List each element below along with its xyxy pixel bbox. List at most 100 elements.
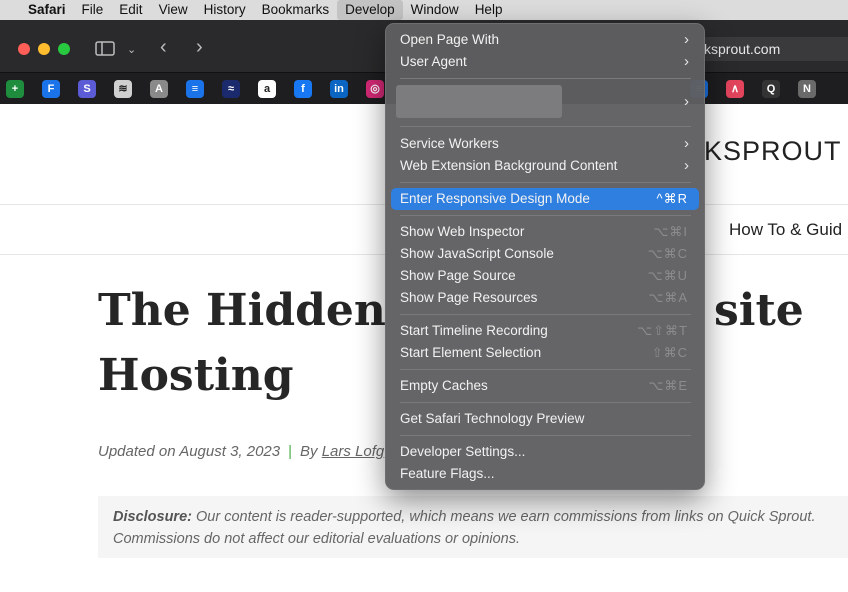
menu-item-label: Web Extension Background Content — [400, 158, 618, 173]
menu-item-label: Show JavaScript Console — [400, 246, 554, 261]
menu-item-label: Start Timeline Recording — [400, 323, 548, 338]
menu-separator — [400, 314, 691, 315]
linkedin-icon[interactable]: in — [330, 80, 348, 98]
article-title-line2: Hosting — [98, 350, 294, 401]
article-title-line1-end: site — [714, 285, 804, 336]
shortcut-label: ⌥⌘C — [647, 246, 688, 261]
menu-item-label: Feature Flags... — [400, 466, 495, 481]
menu-item-javascript-console[interactable]: Show JavaScript Console ⌥⌘C — [391, 243, 699, 265]
menu-item-service-workers[interactable]: Service Workers › — [391, 133, 699, 155]
shortcut-label: ⇧⌘C — [651, 345, 688, 360]
a-letter-icon[interactable]: A — [150, 80, 168, 98]
menu-view[interactable]: View — [151, 0, 196, 20]
submenu-arrow-icon: › — [684, 157, 689, 174]
menu-help[interactable]: Help — [467, 0, 511, 20]
byline-separator: | — [288, 443, 293, 460]
facebook-icon[interactable]: f — [294, 80, 312, 98]
menu-item-redacted-submenu[interactable]: › — [391, 91, 699, 113]
docs-icon[interactable]: ≡ — [186, 80, 204, 98]
menu-item-element-selection[interactable]: Start Element Selection ⇧⌘C — [391, 342, 699, 364]
forward-button-icon[interactable]: › — [196, 37, 203, 57]
menu-item-web-inspector[interactable]: Show Web Inspector ⌥⌘I — [391, 221, 699, 243]
zoom-window-button[interactable] — [58, 43, 70, 55]
menu-file[interactable]: File — [74, 0, 112, 20]
menu-item-label: Enter Responsive Design Mode — [400, 191, 590, 206]
menu-separator — [400, 126, 691, 127]
stack-icon[interactable]: ≋ — [114, 80, 132, 98]
menu-item-user-agent[interactable]: User Agent › — [391, 51, 699, 73]
close-window-button[interactable] — [18, 43, 30, 55]
shortcut-label: ⌥⇧⌘T — [637, 323, 688, 338]
develop-menu: Open Page With › User Agent › › Service … — [385, 23, 705, 490]
menu-item-label: Start Element Selection — [400, 345, 542, 360]
menu-window[interactable]: Window — [403, 0, 467, 20]
shortcut-label: ⌥⌘I — [653, 224, 688, 239]
menu-item-label: Show Page Source — [400, 268, 516, 283]
submenu-arrow-icon: › — [684, 31, 689, 48]
menu-item-label: User Agent — [400, 54, 467, 69]
menu-item-feature-flags[interactable]: Feature Flags... — [391, 463, 699, 485]
menu-item-label: Developer Settings... — [400, 444, 526, 459]
menu-item-developer-settings[interactable]: Developer Settings... — [391, 441, 699, 463]
menu-item-label: Empty Caches — [400, 378, 488, 393]
article-byline: Updated on August 3, 2023 | By Lars Lofg — [98, 443, 384, 460]
sidebar-toggle-icon[interactable] — [95, 41, 115, 60]
submenu-arrow-icon: › — [684, 93, 689, 110]
menu-safari[interactable]: Safari — [24, 0, 74, 20]
disclosure-label: Disclosure: — [113, 509, 192, 525]
menu-history[interactable]: History — [196, 0, 254, 20]
apple-menu-icon[interactable] — [0, 0, 24, 20]
sidebar-chevron-down-icon[interactable]: ⌄ — [127, 42, 136, 58]
shortcut-label: ⌥⌘U — [647, 268, 688, 283]
menu-item-empty-caches[interactable]: Empty Caches ⌥⌘E — [391, 375, 699, 397]
menu-separator — [400, 78, 691, 79]
menu-item-label: Open Page With — [400, 32, 500, 47]
back-button-icon[interactable]: ‹ — [160, 37, 167, 57]
nav-link-how-to-guides[interactable]: How To & Guid — [729, 220, 842, 240]
submenu-arrow-icon: › — [684, 53, 689, 70]
menu-item-responsive-design-mode[interactable]: Enter Responsive Design Mode ^⌘R — [391, 188, 699, 210]
menu-separator — [400, 435, 691, 436]
amazon-icon[interactable]: a — [258, 80, 276, 98]
menu-item-safari-technology-preview[interactable]: Get Safari Technology Preview — [391, 408, 699, 430]
menu-separator — [400, 402, 691, 403]
updated-date: August 3, 2023 — [179, 443, 281, 460]
menu-separator — [400, 369, 691, 370]
menu-edit[interactable]: Edit — [111, 0, 150, 20]
menu-develop[interactable]: Develop — [337, 0, 403, 20]
disclosure-box: Disclosure: Our content is reader-suppor… — [98, 496, 848, 558]
site-logo[interactable]: KSPROUT — [704, 136, 842, 167]
menu-item-label: Get Safari Technology Preview — [400, 411, 585, 426]
menu-item-web-extension-background[interactable]: Web Extension Background Content › — [391, 155, 699, 177]
shortcut-label: ⌥⌘E — [648, 378, 688, 393]
minimize-window-button[interactable] — [38, 43, 50, 55]
menu-item-label: Service Workers — [400, 136, 499, 151]
by-label: By — [300, 443, 318, 460]
forms-icon[interactable]: F — [42, 80, 60, 98]
menu-separator — [400, 182, 691, 183]
shortcut-label: ⌥⌘A — [648, 290, 688, 305]
menu-item-label: Show Web Inspector — [400, 224, 525, 239]
menu-item-open-page-with[interactable]: Open Page With › — [391, 29, 699, 51]
macos-menubar: Safari File Edit View History Bookmarks … — [0, 0, 848, 20]
article-title-line1: The Hidden — [98, 285, 386, 336]
s-app-icon[interactable]: S — [78, 80, 96, 98]
menu-separator — [400, 215, 691, 216]
waves-icon[interactable]: ≈ — [222, 80, 240, 98]
menu-item-label: Show Page Resources — [400, 290, 538, 305]
menu-item-page-source[interactable]: Show Page Source ⌥⌘U — [391, 265, 699, 287]
shortcut-label: ^⌘R — [656, 191, 688, 206]
monday-icon[interactable]: ∧ — [726, 80, 744, 98]
menu-item-timeline-recording[interactable]: Start Timeline Recording ⌥⇧⌘T — [391, 320, 699, 342]
notion-icon[interactable]: N — [798, 80, 816, 98]
author-link[interactable]: Lars Lofg — [322, 443, 385, 460]
sheets-icon[interactable]: + — [6, 80, 24, 98]
address-bar[interactable]: ksprout.com — [700, 37, 848, 61]
quora-icon[interactable]: Q — [762, 80, 780, 98]
disclosure-text: Our content is reader-supported, which m… — [113, 509, 816, 547]
instagram-icon[interactable]: ◎ — [366, 80, 384, 98]
menu-bookmarks[interactable]: Bookmarks — [254, 0, 338, 20]
submenu-arrow-icon: › — [684, 135, 689, 152]
updated-label: Updated on — [98, 443, 176, 460]
menu-item-page-resources[interactable]: Show Page Resources ⌥⌘A — [391, 287, 699, 309]
